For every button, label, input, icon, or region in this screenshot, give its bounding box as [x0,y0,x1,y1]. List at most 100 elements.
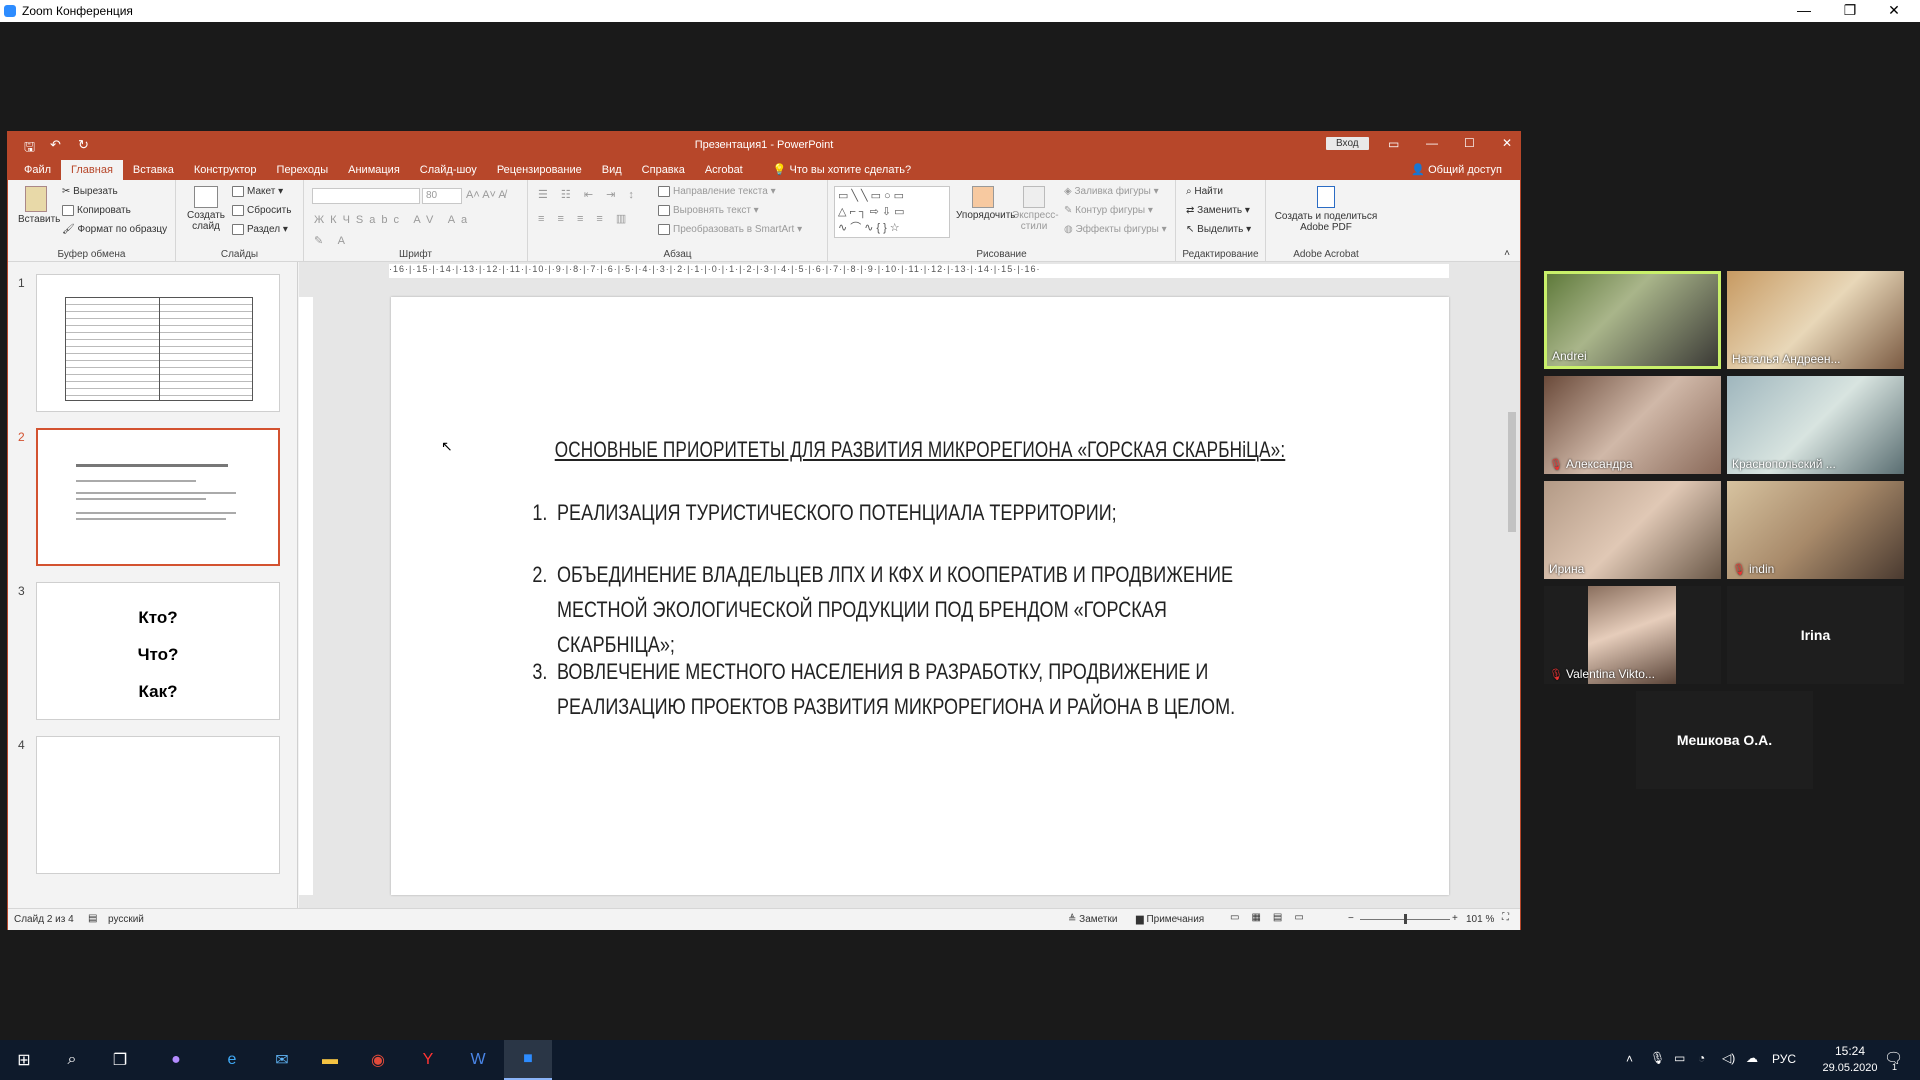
cortana-app[interactable]: ● [152,1040,200,1080]
tab-acrobat[interactable]: Acrobat [695,160,753,180]
volume-icon[interactable]: ◁) [1722,1051,1735,1065]
font-format-icons[interactable]: ЖКЧSabc AV Aa [314,214,473,226]
replace-button[interactable]: ⇄ Заменить ▾ [1186,205,1250,216]
grow-font-icon[interactable]: A˄ A˅ A̸ [466,189,506,201]
zoom-slider-thumb[interactable] [1404,914,1407,924]
slide-list-item[interactable]: 3. ВОВЛЕЧЕНИЕ МЕСТНОГО НАСЕЛЕНИЯ В РАЗРАБ… [532,654,1262,724]
language-indicator[interactable]: русский [108,914,144,925]
smartart-button[interactable]: Преобразовать в SmartArt ▾ [658,224,802,235]
slide-thumbnail-1[interactable] [36,274,280,412]
microphone-icon[interactable]: 🎙 [1650,1051,1665,1065]
layout-button[interactable]: Макет ▾ [232,186,283,197]
network-icon[interactable]: ◔ [1698,1051,1705,1065]
ribbon-display-icon[interactable]: ▭ [1388,137,1399,151]
keyboard-language[interactable]: РУС [1772,1052,1796,1066]
quick-styles-button[interactable]: Экспресс-стили [1012,186,1059,232]
shape-fill-button[interactable]: ◈ Заливка фигуры ▾ [1064,186,1159,197]
clock-date[interactable]: 29.05.2020 [1806,1062,1894,1074]
battery-icon[interactable]: ▭ [1674,1051,1685,1065]
slide-thumbnail-4[interactable] [36,736,280,874]
participant-tile[interactable]: Andrei [1544,271,1721,369]
task-view-button[interactable]: ❐ [96,1040,144,1080]
shapes-gallery[interactable]: ▭╲╲▭○▭ △⌐┐⇨⇩▭ ∿⌒∿{}☆ [834,186,950,238]
section-button[interactable]: Раздел ▾ [232,224,288,235]
tab-help[interactable]: Справка [632,160,695,180]
tray-chevron-icon[interactable]: ˄ [1626,1052,1633,1066]
tab-transitions[interactable]: Переходы [267,160,339,180]
ppt-minimize-icon[interactable]: — [1426,136,1438,150]
participant-tile[interactable]: 🎙 indin [1727,481,1904,579]
ppt-maximize-icon[interactable]: ☐ [1464,136,1475,150]
collapse-ribbon-icon[interactable]: ˄ [1504,248,1510,259]
select-button[interactable]: ↖ Выделить ▾ [1186,224,1251,235]
participant-tile[interactable]: Наталья Андреен... [1727,271,1904,369]
shape-outline-button[interactable]: ✎ Контур фигуры ▾ [1064,205,1153,216]
vertical-scrollbar[interactable] [1506,262,1518,908]
app-icon[interactable]: ◉ [354,1040,402,1080]
ppt-close-icon[interactable]: ✕ [1502,136,1512,150]
signin-button[interactable]: Вход [1326,137,1369,150]
paste-button[interactable]: Вставить [18,186,60,225]
align-text-button[interactable]: Выровнять текст ▾ [658,205,759,216]
explorer-app[interactable]: ▬ [306,1040,354,1080]
participant-tile[interactable]: Irina [1727,586,1904,684]
slide-thumbnail-3[interactable]: Кто? Что? Как? [36,582,280,720]
zoom-out-icon[interactable]: − [1348,913,1354,924]
arrange-button[interactable]: Упорядочить [956,186,1016,221]
mail-app[interactable]: ✉ [258,1040,306,1080]
zoom-level[interactable]: 101 % [1466,914,1494,925]
fit-slide-icon[interactable]: ⛶ [1502,912,1509,923]
slide-list-item[interactable]: 1. РЕАЛИЗАЦИЯ ТУРИСТИЧЕСКОГО ПОТЕНЦИАЛА Т… [532,495,1262,530]
slide-list-item[interactable]: 2. ОБЪЕДИНЕНИЕ ВЛАДЕЛЬЦЕВ ЛПХ И КФХ И КОО… [532,557,1262,662]
text-direction-button[interactable]: Направление текста ▾ [658,186,776,197]
font-color-icons[interactable]: ✎ A [314,234,351,247]
align-icons[interactable]: ≡ ≡ ≡ ≡ ▥ [538,212,631,225]
font-size-input[interactable]: 80 [422,188,462,204]
notes-button[interactable]: ≜ Заметки [1068,914,1117,925]
slide-canvas[interactable]: ОСНОВНЫЕ ПРИОРИТЕТЫ ДЛЯ РАЗВИТИЯ МИКРОРЕ… [391,297,1449,895]
zoom-in-icon[interactable]: + [1452,913,1458,924]
tab-design[interactable]: Конструктор [184,160,267,180]
edge-app[interactable]: e [208,1040,256,1080]
new-slide-button[interactable]: Создать слайд [186,186,226,232]
slide-thumbnail-2[interactable] [36,428,280,566]
start-button[interactable]: ⊞ [0,1040,48,1080]
participant-tile[interactable]: 🎙 Александра [1544,376,1721,474]
yandex-browser-app[interactable]: Y [404,1040,452,1080]
scrollbar-thumb[interactable] [1508,412,1516,532]
font-name-input[interactable] [312,188,420,204]
tab-review[interactable]: Рецензирование [487,160,592,180]
participant-tile[interactable]: Ирина [1544,481,1721,579]
copy-button[interactable]: Копировать [62,205,131,216]
minimize-button[interactable]: — [1784,0,1824,22]
tab-insert[interactable]: Вставка [123,160,184,180]
cloud-icon[interactable]: ☁ [1746,1051,1758,1065]
tab-file[interactable]: Файл [14,160,61,180]
shape-effects-button[interactable]: ◍ Эффекты фигуры ▾ [1064,224,1167,235]
cut-button[interactable]: ✂ Вырезать [62,186,118,197]
participant-tile[interactable]: 🎙 Valentina Vikto... [1544,586,1721,684]
list-icons[interactable]: ☰ ☷ ⇤ ⇥ ↕ [538,188,639,201]
word-app[interactable]: W [454,1040,502,1080]
tab-slideshow[interactable]: Слайд-шоу [410,160,487,180]
participant-tile[interactable]: Мешкова О.А. [1636,691,1813,789]
zoom-app[interactable]: ■ [504,1040,552,1080]
tell-me-input[interactable]: 💡 Что вы хотите сделать? [763,159,921,180]
comments-button[interactable]: ▆ Примечания [1136,914,1204,925]
participant-tile[interactable]: Краснопольский ... [1727,376,1904,474]
tab-view[interactable]: Вид [592,160,632,180]
close-button[interactable]: ✕ [1874,0,1914,22]
share-button[interactable]: 👤 Общий доступ [1401,159,1512,180]
clock-time[interactable]: 15:24 [1820,1044,1880,1058]
spellcheck-icon[interactable]: ▤ [88,913,97,924]
tab-home[interactable]: Главная [61,160,123,180]
create-pdf-button[interactable]: Создать и поделиться Adobe PDF [1272,186,1380,233]
search-button[interactable]: ⌕ [48,1040,96,1080]
view-buttons[interactable]: ▭▦▤▭ [1230,912,1316,923]
format-painter-button[interactable]: 🖌 Формат по образцу [62,224,167,235]
find-button[interactable]: ⌕ Найти [1186,186,1223,197]
tab-animations[interactable]: Анимация [338,160,410,180]
slide-title[interactable]: ОСНОВНЫЕ ПРИОРИТЕТЫ ДЛЯ РАЗВИТИЯ МИКРОРЕ… [507,437,1332,463]
reset-button[interactable]: Сбросить [232,205,291,216]
restore-button[interactable]: ❐ [1830,0,1870,22]
